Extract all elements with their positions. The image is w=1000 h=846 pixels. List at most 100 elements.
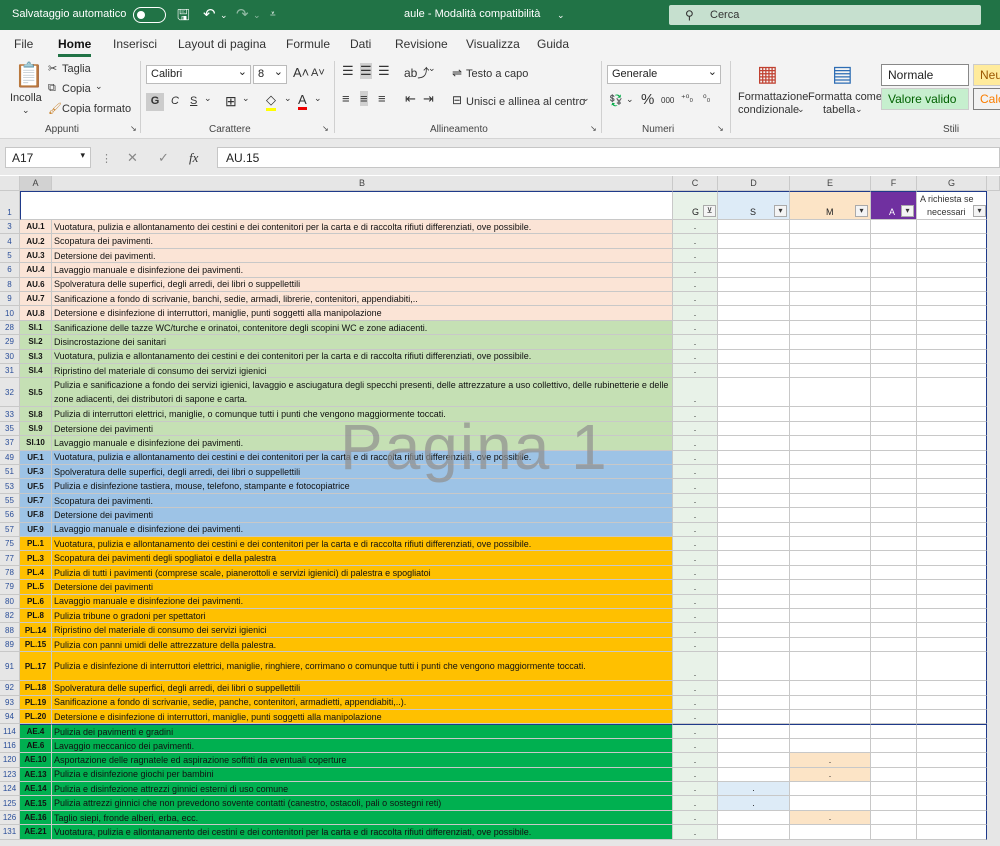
frequency-a-cell[interactable] <box>871 508 917 523</box>
task-description-cell[interactable]: Lavaggio manuale e disinfezione dei pavi… <box>52 594 673 609</box>
frequency-s-cell[interactable] <box>718 364 790 379</box>
row-number[interactable]: 3 <box>0 220 20 235</box>
scrollbar-segment[interactable] <box>987 320 1000 336</box>
frequency-m-cell[interactable] <box>790 522 871 537</box>
frequency-s-cell[interactable] <box>718 335 790 350</box>
filter-dropdown-icon[interactable]: ▾ <box>774 205 787 217</box>
task-code-cell[interactable]: PL.1 <box>20 537 52 552</box>
scrollbar-segment[interactable] <box>987 609 1000 624</box>
scrollbar-segment[interactable] <box>987 825 1000 840</box>
currency-icon[interactable]: 💱 <box>609 94 623 107</box>
frequency-a-cell[interactable] <box>871 710 917 725</box>
copy-icon[interactable]: ⧉ <box>48 82 56 95</box>
decrease-indent-icon[interactable]: ⇤ <box>405 91 416 107</box>
borders-icon[interactable]: ⊞ <box>225 93 237 110</box>
task-description-cell[interactable]: Lavaggio meccanico dei pavimenti. <box>52 738 673 754</box>
on-request-cell[interactable] <box>917 292 987 307</box>
row-number[interactable]: 32 <box>0 378 20 408</box>
row-number[interactable]: 49 <box>0 450 20 465</box>
frequency-m-cell[interactable] <box>790 349 871 364</box>
on-request-cell[interactable] <box>917 551 987 566</box>
fill-color-icon[interactable]: ◇ <box>266 92 276 111</box>
task-description-cell[interactable]: Spolveratura delle superfici, degli arre… <box>52 465 673 480</box>
frequency-g-cell[interactable]: . <box>673 681 718 696</box>
frequency-g-cell[interactable]: . <box>673 248 718 264</box>
scrollbar-segment[interactable] <box>987 378 1000 408</box>
frequency-a-cell[interactable] <box>871 436 917 451</box>
row-number[interactable]: 88 <box>0 623 20 638</box>
frequency-s-cell[interactable] <box>718 825 790 840</box>
frequency-m-cell[interactable] <box>790 378 871 408</box>
task-code-cell[interactable]: AE.4 <box>20 724 52 739</box>
number-format-select[interactable]: Generale <box>607 65 721 84</box>
frequency-a-cell[interactable] <box>871 738 917 754</box>
on-request-cell[interactable] <box>917 234 987 249</box>
scrollbar-segment[interactable] <box>987 537 1000 552</box>
row-number[interactable]: 114 <box>0 724 20 739</box>
frequency-g-cell[interactable]: . <box>673 349 718 364</box>
scrollbar-segment[interactable] <box>987 508 1000 523</box>
frequency-g-cell[interactable]: . <box>673 508 718 523</box>
tab-file[interactable]: File <box>14 37 33 51</box>
frequency-g-cell[interactable]: . <box>673 782 718 797</box>
scrollbar-segment[interactable] <box>987 810 1000 826</box>
frequency-s-cell[interactable] <box>718 681 790 696</box>
borders-dropdown-icon[interactable]: ⌄ <box>242 93 250 104</box>
scrollbar-segment[interactable] <box>987 407 1000 422</box>
row-number[interactable]: 82 <box>0 609 20 624</box>
frequency-m-cell[interactable] <box>790 493 871 509</box>
frequency-m-cell[interactable] <box>790 436 871 451</box>
style-valid[interactable]: Valore valido <box>881 88 969 110</box>
task-code-cell[interactable]: SI.1 <box>20 320 52 336</box>
task-code-cell[interactable]: UF.1 <box>20 450 52 465</box>
task-description-cell[interactable]: Spolveratura delle superfici, degli arre… <box>52 277 673 292</box>
row-number[interactable]: 116 <box>0 738 20 754</box>
column-header-e[interactable]: E <box>790 176 871 191</box>
on-request-cell[interactable] <box>917 335 987 350</box>
frequency-a-cell[interactable] <box>871 306 917 321</box>
frequency-s-cell[interactable] <box>718 421 790 437</box>
on-request-cell[interactable] <box>917 263 987 278</box>
task-code-cell[interactable]: AU.6 <box>20 277 52 292</box>
task-code-cell[interactable]: UF.3 <box>20 465 52 480</box>
align-center-icon[interactable]: ≡ <box>360 91 368 106</box>
frequency-a-cell[interactable] <box>871 234 917 249</box>
row-number[interactable]: 55 <box>0 493 20 509</box>
frequency-m-cell[interactable] <box>790 508 871 523</box>
row-number[interactable]: 30 <box>0 349 20 364</box>
conditional-format-icon[interactable]: ▦ <box>757 61 778 87</box>
on-request-cell[interactable] <box>917 623 987 638</box>
frequency-s-cell[interactable] <box>718 565 790 581</box>
row-number[interactable]: 124 <box>0 782 20 797</box>
frequency-a-cell[interactable] <box>871 580 917 595</box>
scrollbar-segment[interactable] <box>987 796 1000 811</box>
task-description-cell[interactable]: Scopatura dei pavimenti. <box>52 234 673 249</box>
on-request-cell[interactable] <box>917 537 987 552</box>
frequency-s-cell[interactable] <box>718 220 790 235</box>
frequency-m-cell[interactable] <box>790 234 871 249</box>
column-header-g[interactable]: G <box>917 176 987 191</box>
frequency-g-cell[interactable]: . <box>673 378 718 408</box>
row-number[interactable]: 80 <box>0 594 20 609</box>
scrollbar-segment[interactable] <box>987 364 1000 379</box>
frequency-g-cell[interactable]: . <box>673 537 718 552</box>
scrollbar-segment[interactable] <box>987 522 1000 537</box>
row-number[interactable]: 79 <box>0 580 20 595</box>
frequency-a-cell[interactable] <box>871 637 917 653</box>
cancel-icon[interactable]: ✕ <box>127 150 138 166</box>
merge-dropdown-icon[interactable]: ⌄ <box>582 93 590 104</box>
frequency-a-cell[interactable] <box>871 335 917 350</box>
format-painter-label[interactable]: Copia formato <box>62 103 131 115</box>
frequency-s-cell[interactable] <box>718 810 790 826</box>
row-number[interactable]: 8 <box>0 277 20 292</box>
redo-dropdown-icon[interactable]: ⌄ <box>253 10 261 21</box>
row-number[interactable]: 35 <box>0 421 20 437</box>
frequency-a-cell[interactable] <box>871 292 917 307</box>
on-request-cell[interactable] <box>917 378 987 408</box>
frequency-s-cell[interactable] <box>718 551 790 566</box>
frequency-g-cell[interactable]: . <box>673 652 718 682</box>
scrollbar-segment[interactable] <box>987 335 1000 350</box>
frequency-m-cell[interactable] <box>790 320 871 336</box>
task-description-cell[interactable]: Lavaggio manuale e disinfezione dei pavi… <box>52 522 673 537</box>
scrollbar-segment[interactable] <box>987 623 1000 638</box>
